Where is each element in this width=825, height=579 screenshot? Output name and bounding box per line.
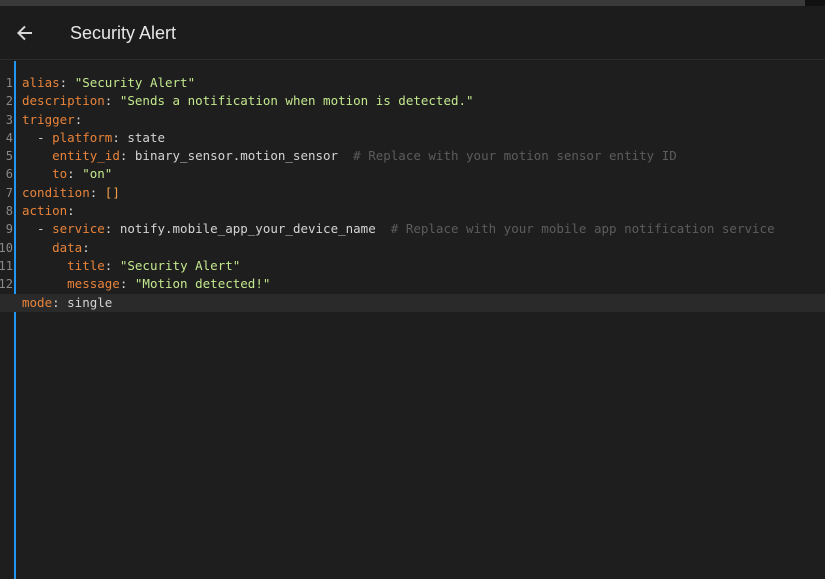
code-token: alias [22, 75, 60, 90]
line-number: 9 [5, 222, 13, 237]
code-token: [] [104, 184, 120, 200]
yaml-code-editor[interactable]: 12345678910111213 alias: "Security Alert… [0, 61, 825, 579]
code-token: description [22, 93, 105, 109]
code-token: : [82, 239, 90, 255]
code-line[interactable]: condition: [] [22, 184, 825, 202]
line-number: 6 [5, 167, 13, 182]
code-token: : state [112, 129, 166, 145]
code-token: "on" [82, 166, 113, 182]
code-line[interactable]: mode: single [0, 293, 825, 312]
line-number-gutter: 12345678910111213 [0, 74, 13, 312]
code-token: condition [22, 184, 90, 200]
code-line[interactable]: action: [22, 202, 825, 220]
code-line[interactable]: message: "Motion detected!" [22, 275, 825, 293]
code-token: platform [52, 129, 113, 145]
code-token: : single [52, 294, 113, 310]
code-token: : [119, 276, 135, 292]
line-number: 10 [0, 240, 13, 255]
line-number: 3 [5, 112, 13, 127]
page-title: Security Alert [70, 23, 177, 43]
line-number: 4 [5, 130, 13, 145]
code-content[interactable]: alias: "Security Alert" description: "Sen… [0, 74, 825, 312]
code-line[interactable]: description: "Sends a notification when … [22, 92, 825, 110]
app-header: Security Alert [0, 6, 825, 60]
code-token: "Security Alert" [74, 75, 196, 90]
code-token: service [52, 221, 105, 237]
code-token: trigger [22, 111, 75, 127]
code-token: "Security Alert" [119, 257, 241, 273]
line-number: 1 [5, 76, 13, 90]
line-number: 5 [5, 149, 13, 164]
line-number: 2 [5, 94, 13, 109]
code-token: : [67, 203, 75, 219]
back-arrow-icon[interactable] [13, 21, 37, 45]
code-token: - [22, 129, 53, 145]
code-token: : [89, 184, 105, 200]
line-number: 7 [5, 185, 13, 200]
code-token: - [22, 221, 53, 237]
code-line[interactable]: - service: notify.mobile_app_your_device… [22, 220, 825, 238]
editor-cursor-bar [14, 61, 16, 579]
code-token: title [67, 257, 105, 273]
code-line[interactable]: to: "on" [22, 165, 825, 183]
code-token: : binary_sensor.motion_sensor [119, 148, 354, 164]
code-line[interactable]: - platform: state [22, 129, 825, 147]
code-token: # Replace with your mobile app notificat… [390, 221, 775, 237]
code-token: data [52, 239, 83, 255]
code-line[interactable]: trigger: [22, 111, 825, 129]
code-token: : [104, 257, 120, 273]
code-token: : [104, 93, 120, 109]
code-line[interactable]: data: [22, 239, 825, 257]
code-token: : [74, 111, 83, 127]
code-token: "Motion detected!" [134, 276, 271, 292]
code-token: mode [22, 294, 53, 310]
line-number: 12 [0, 277, 13, 292]
code-line[interactable]: title: "Security Alert" [22, 257, 825, 275]
code-line[interactable]: entity_id: binary_sensor.motion_sensor #… [22, 147, 825, 165]
code-token: "Sends a notification when motion is det… [119, 93, 474, 109]
code-token: : [67, 166, 83, 182]
code-token: # Replace with your motion sensor entity… [353, 148, 677, 164]
code-token: : notify.mobile_app_your_device_name [104, 221, 391, 237]
code-token: message [67, 276, 120, 292]
code-token: to [52, 166, 68, 182]
line-number: 11 [0, 258, 13, 273]
code-token: action [22, 203, 68, 219]
code-token: entity_id [52, 148, 120, 164]
line-number: 8 [5, 204, 13, 219]
code-token: : [59, 75, 75, 90]
code-line[interactable]: alias: "Security Alert" [22, 74, 825, 92]
